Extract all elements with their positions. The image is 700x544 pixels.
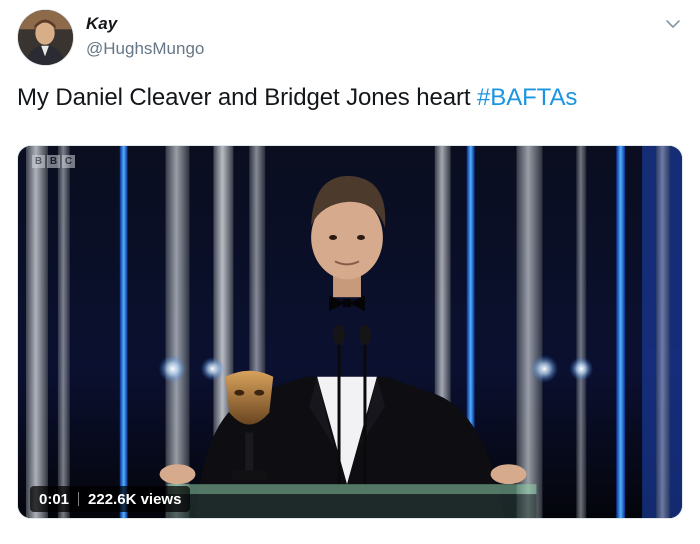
watermark-letter-3: C [62,155,75,168]
display-name[interactable]: Kay [86,14,117,34]
watermark-letter-1: B [32,155,45,168]
video-timestamp: 0:01 [39,490,70,508]
chevron-down-icon [666,20,680,28]
more-options-button[interactable] [663,14,683,34]
user-handle[interactable]: @HughsMungo [86,39,204,59]
video-view-count: 222.6K views [88,490,182,508]
badge-divider [78,492,80,506]
avatar[interactable] [17,9,74,66]
video-stats-badge: 0:01 222.6K views [30,486,191,512]
video-frame [18,146,682,518]
bbc-watermark: B B C [32,155,75,168]
profile-photo-icon [18,10,73,65]
hashtag-link[interactable]: #BAFTAs [477,84,577,111]
video-player[interactable]: B B C 0:01 222.6K views [17,145,683,519]
tweet-card: Kay @HughsMungo My Daniel Cleaver and Br… [0,0,700,544]
tweet-text: My Daniel Cleaver and Bridget Jones hear… [17,84,577,112]
tweet-text-body: My Daniel Cleaver and Bridget Jones hear… [17,84,478,111]
watermark-letter-2: B [47,155,60,168]
